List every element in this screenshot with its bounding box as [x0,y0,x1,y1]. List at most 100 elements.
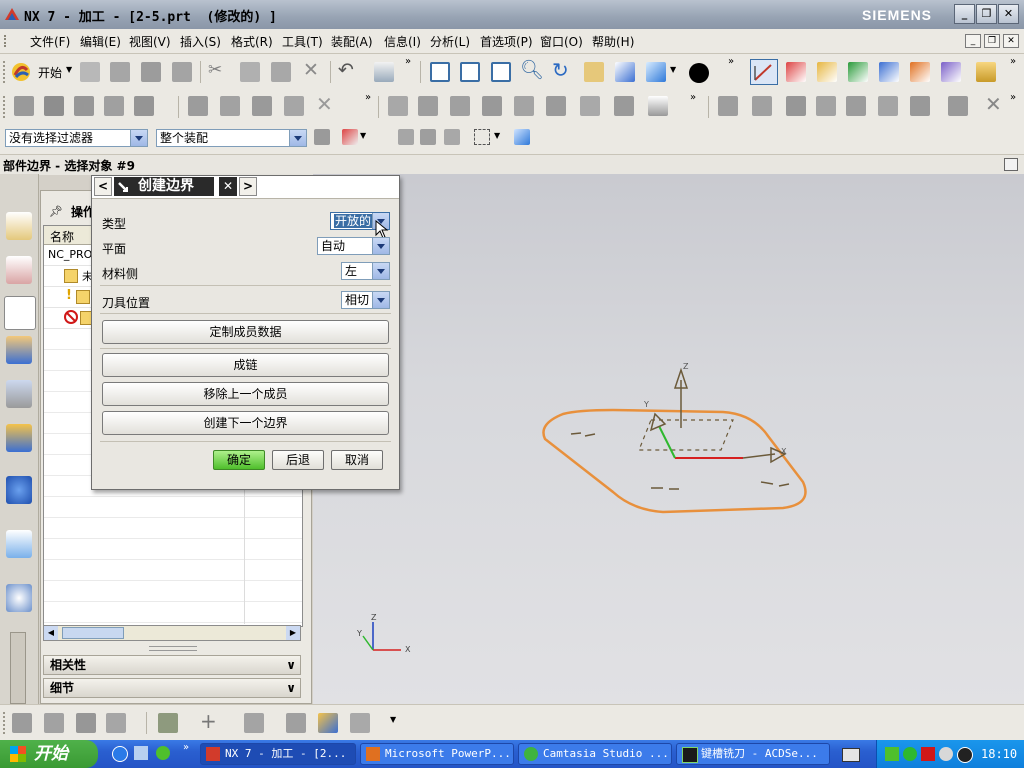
tray-security-icon[interactable] [921,747,935,761]
mdi-minimize-button[interactable]: _ [965,34,981,48]
delete-icon[interactable]: ✕ [303,59,319,81]
create-operation-icon[interactable] [941,62,961,82]
menu-insert[interactable]: 插入(S) [180,33,221,50]
dialog-next-button[interactable]: > [239,177,257,196]
measure-icon[interactable] [976,62,996,82]
group-icon[interactable] [76,713,96,733]
menu-preferences[interactable]: 首选项(P) [480,33,533,50]
assembly-navigator-icon[interactable] [6,212,32,240]
resource-bar-scrollbar[interactable] [10,632,26,704]
graphics-window[interactable]: Z X Y Z X Y [313,174,1024,704]
toolbar-overflow-icon[interactable]: » [690,92,696,103]
create-method-icon[interactable] [910,62,930,82]
fit-view-icon[interactable] [430,62,450,82]
magnify-icon[interactable]: 🔍︎ [520,58,544,81]
history-icon[interactable] [6,584,32,612]
paste-icon[interactable] [271,62,291,82]
snap-cube-icon[interactable] [514,129,530,145]
chain-button[interactable]: 成链 [102,353,389,377]
menu-edit[interactable]: 编辑(E) [80,33,121,50]
render-style-icon[interactable] [688,62,710,84]
mill-icon[interactable] [158,713,178,733]
print-icon[interactable] [172,62,192,82]
machine-navigator-icon[interactable] [6,336,32,364]
tool-icon[interactable] [134,96,154,116]
rectangle-select-icon[interactable] [474,129,490,145]
menu-assembly[interactable]: 装配(A) [331,33,373,50]
dependencies-section[interactable]: 相关性 ∨ [43,655,301,675]
task-acdsee[interactable]: 键槽铣刀 - ACDSe... [676,743,830,765]
desktop-icon[interactable] [134,746,148,760]
web-browser-icon[interactable] [6,530,32,558]
task-powerpoint[interactable]: Microsoft PowerP... [360,743,514,765]
rotate-icon[interactable]: ↻ [552,58,569,82]
information-icon[interactable] [374,62,394,82]
tray-network-icon[interactable] [903,747,917,761]
snap-point-icon[interactable] [342,129,358,145]
back-button[interactable]: 后退 [272,450,324,470]
plane-select[interactable]: 自动 [317,237,390,255]
select-body-icon[interactable] [444,129,460,145]
tray-update-icon[interactable] [939,747,953,761]
fixture-icon[interactable] [286,713,306,733]
boundary-icon[interactable] [786,96,806,116]
scroll-left-icon[interactable]: ◀ [44,626,58,640]
report-icon[interactable] [648,96,668,116]
horizontal-scrollbar[interactable]: ◀ ▶ [43,625,301,641]
inherit-icon[interactable] [12,713,32,733]
info-icon[interactable] [6,476,32,504]
chart-icon[interactable] [718,96,738,116]
new-file-icon[interactable] [80,62,100,82]
menu-format[interactable]: 格式(R) [231,33,273,50]
pin-icon[interactable]: 📌︎ [49,205,63,218]
ie-icon[interactable] [112,746,128,762]
scrollbar-thumb[interactable] [62,627,124,639]
select-face-icon[interactable] [398,129,414,145]
toolbar-overflow-icon[interactable]: » [365,92,371,103]
cut-icon[interactable]: ✂ [208,60,222,80]
select-edge-icon[interactable] [420,129,436,145]
add-point-icon[interactable] [816,96,836,116]
scroll-right-icon[interactable]: ▶ [286,626,300,640]
quicklaunch-overflow-icon[interactable]: » [183,742,189,753]
save-icon[interactable] [141,62,161,82]
offset-icon[interactable] [910,96,930,116]
transform-icon[interactable] [482,96,502,116]
toolbar-overflow-icon[interactable]: » [1010,92,1016,103]
chevron-down-icon[interactable]: ▼ [670,65,676,74]
list-path-icon[interactable] [252,96,272,116]
menu-view[interactable]: 视图(V) [129,33,171,50]
task-camtasia[interactable]: Camtasia Studio ... [518,743,672,765]
postprocess-icon[interactable] [388,96,408,116]
type-filter-select[interactable]: 没有选择过滤器 [5,129,148,147]
menu-analysis[interactable]: 分析(L) [430,33,470,50]
tool-axis-icon[interactable] [580,96,600,116]
menu-help[interactable]: 帮助(H) [592,33,634,50]
add-icon[interactable]: + [200,709,217,733]
perspective-icon[interactable] [615,62,635,82]
hd3d-tools-icon[interactable] [6,424,32,452]
wcs-dynamic-icon[interactable] [750,59,778,85]
create-program-icon[interactable] [817,62,837,82]
task-nx[interactable]: NX 7 - 加工 - [2... [200,743,356,765]
chevron-down-icon[interactable]: ▼ [494,131,500,140]
geometry-view-icon[interactable] [74,96,94,116]
replay-path-icon[interactable] [220,96,240,116]
menu-info[interactable]: 信息(I) [384,33,421,50]
toolbar-overflow-icon[interactable]: » [405,56,411,67]
chevron-down-icon[interactable]: ▼ [360,131,366,140]
create-next-boundary-button[interactable]: 创建下一个边界 [102,411,389,435]
menu-tools[interactable]: 工具(T) [282,33,323,50]
method-view-icon[interactable] [104,96,124,116]
blank-icon[interactable] [350,713,370,733]
generate-path-icon[interactable] [188,96,208,116]
create-geometry-icon[interactable] [879,62,899,82]
tray-app-icon[interactable] [885,747,899,761]
close-toolbar-icon[interactable]: ✕ [985,92,1002,116]
cancel-button[interactable]: 取消 [331,450,383,470]
dialog-close-button[interactable]: ✕ [219,177,237,196]
wcs-origin-icon[interactable] [786,62,806,82]
mdi-close-button[interactable]: ✕ [1003,34,1019,48]
part-icon[interactable] [318,713,338,733]
object-display-icon[interactable] [514,96,534,116]
